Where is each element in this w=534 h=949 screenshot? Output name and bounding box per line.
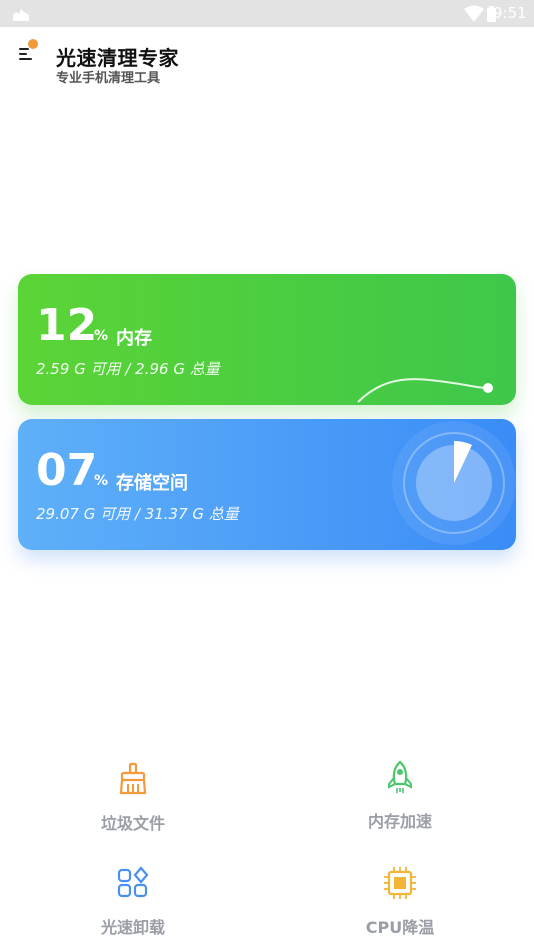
memory-grid-graphic bbox=[356, 274, 516, 405]
storage-detail: 29.07 G 可用 / 31.37 G 总量 bbox=[36, 505, 239, 523]
storage-dial-graphic bbox=[392, 421, 516, 545]
apps-grid-icon bbox=[117, 866, 149, 898]
storage-percent-sign: % bbox=[94, 473, 109, 489]
menu-line bbox=[19, 53, 27, 55]
memory-label: 内存 bbox=[116, 328, 152, 349]
quick-uninstall-label: 光速卸载 bbox=[100, 918, 165, 937]
status-time: 9:51 bbox=[493, 4, 527, 22]
cpu-chip-icon bbox=[384, 867, 416, 899]
quick-uninstall-button[interactable]: 光速卸载 bbox=[63, 866, 203, 938]
memory-card[interactable]: 12 % 内存 2.59 G 可用 / 2.96 G 总量 bbox=[18, 274, 516, 405]
wifi-icon bbox=[464, 5, 484, 22]
memory-percent-sign: % bbox=[94, 328, 109, 344]
memory-detail: 2.59 G 可用 / 2.96 G 总量 bbox=[36, 360, 220, 378]
notification-icon bbox=[13, 9, 29, 21]
menu-button[interactable] bbox=[16, 39, 40, 66]
storage-card[interactable]: 07 % 存储空间 29.07 G 可用 / 31.37 G 总量 bbox=[18, 419, 516, 550]
broom-icon bbox=[119, 762, 147, 795]
cpu-cooling-button[interactable]: CPU降温 bbox=[330, 866, 470, 938]
memory-boost-button[interactable]: 内存加速 bbox=[330, 760, 470, 832]
storage-percent: 07 bbox=[36, 445, 98, 496]
cpu-cooling-label: CPU降温 bbox=[365, 918, 435, 937]
rocket-icon bbox=[388, 760, 412, 793]
junk-files-button[interactable]: 垃圾文件 bbox=[63, 762, 203, 834]
memory-percent: 12 bbox=[36, 300, 98, 351]
menu-line bbox=[19, 58, 32, 60]
memory-boost-label: 内存加速 bbox=[367, 812, 432, 831]
junk-files-label: 垃圾文件 bbox=[100, 814, 165, 833]
app-subtitle: 专业手机清理工具 bbox=[56, 71, 161, 86]
notification-badge bbox=[28, 39, 38, 49]
storage-label: 存储空间 bbox=[116, 473, 188, 494]
menu-line bbox=[19, 48, 29, 50]
status-bar: 9:51 bbox=[0, 0, 534, 27]
